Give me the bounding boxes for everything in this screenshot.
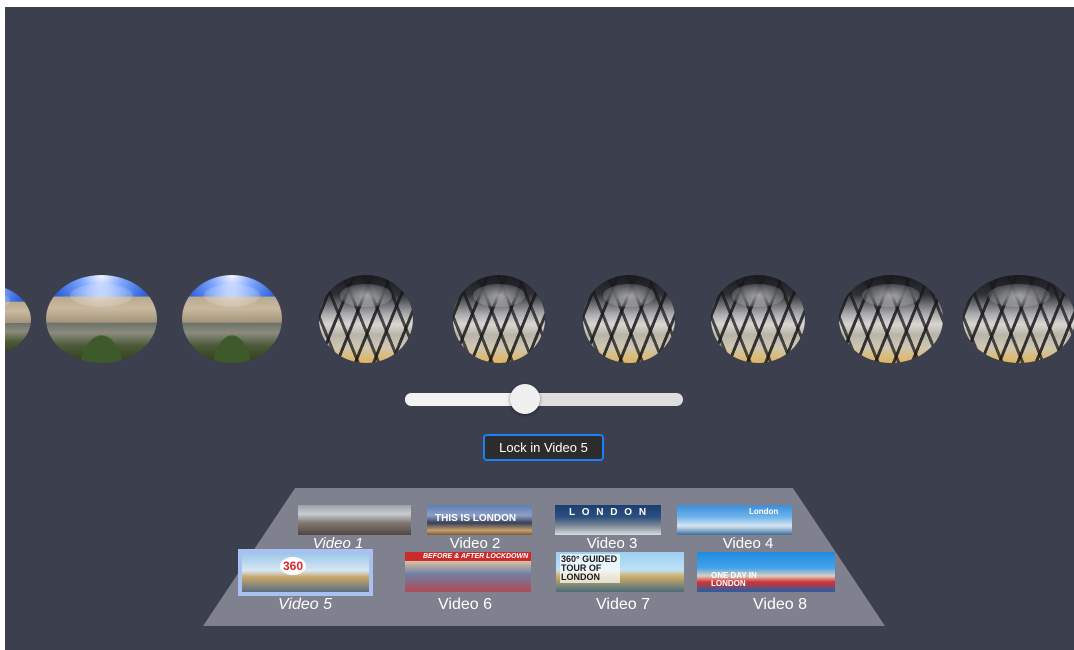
- lock-in-video-button[interactable]: Lock in Video 5: [483, 434, 604, 461]
- thumbnail-text-8: ONE DAY IN LONDON: [711, 571, 757, 588]
- video-thumbnail-5[interactable]: 360: [238, 549, 373, 596]
- slider-thumb[interactable]: [509, 384, 540, 414]
- sphere-highlight: [70, 283, 133, 307]
- video-label-8: Video 8: [753, 596, 807, 613]
- video-label-7: Video 7: [596, 596, 650, 613]
- thumbnail-text-5: 360: [280, 557, 307, 575]
- sphere-highlight: [731, 283, 785, 307]
- slider-fill: [405, 393, 525, 406]
- panorama-sphere-video-1-icon: [319, 275, 413, 363]
- thumbnail-text-6: BEFORE & AFTER LOCKDOWN: [423, 553, 529, 560]
- video-thumbnail-3[interactable]: L O N D O N: [555, 505, 661, 535]
- panorama-sphere-video-5-icon: [5, 284, 31, 356]
- sphere-highlight: [339, 283, 393, 307]
- thumbnail-text-7: 360° GUIDED TOUR OF LONDON: [560, 554, 620, 583]
- sphere-highlight: [473, 283, 525, 307]
- panorama-sphere-video-5-icon: [46, 275, 157, 363]
- panorama-sphere-video-1-icon: [711, 275, 805, 363]
- video-thumbnail-6[interactable]: BEFORE & AFTER LOCKDOWN: [405, 552, 531, 592]
- video-label-3: Video 3: [586, 535, 638, 552]
- sphere-highlight: [5, 291, 10, 310]
- video-label-2: Video 2: [449, 535, 501, 552]
- thumbnail-text-4: London: [749, 507, 779, 516]
- video-thumbnail-2[interactable]: THIS IS LONDON: [427, 505, 532, 535]
- thumbnail-text-3: L O N D O N: [569, 507, 649, 518]
- panorama-sphere-video-1-icon: [839, 275, 943, 363]
- video-label-4: Video 4: [722, 535, 774, 552]
- video-thumbnail-4[interactable]: London: [677, 505, 792, 535]
- panorama-sphere-video-1-icon: [963, 275, 1074, 363]
- panorama-sphere-video-5-icon: [182, 275, 282, 363]
- video-thumbnail-7[interactable]: 360° GUIDED TOUR OF LONDON: [556, 552, 684, 592]
- panorama-sphere-video-1-icon: [583, 275, 675, 363]
- sphere-highlight: [987, 283, 1051, 307]
- thumbnail-text-2: THIS IS LONDON: [435, 513, 517, 524]
- video-thumbnail-8[interactable]: ONE DAY IN LONDON: [697, 552, 835, 592]
- video-label-6: Video 6: [438, 596, 492, 613]
- sphere-highlight: [204, 283, 260, 307]
- sphere-highlight: [603, 283, 655, 307]
- vr-viewport[interactable]: Lock in Video 5 Video 1 THIS IS LONDON V…: [5, 7, 1074, 650]
- video-thumbnail-1[interactable]: [298, 505, 411, 535]
- sphere-highlight: [861, 283, 921, 307]
- panorama-sphere-video-1-icon: [453, 275, 545, 363]
- video-label-5: Video 5: [278, 596, 332, 613]
- video-slider[interactable]: [405, 384, 683, 414]
